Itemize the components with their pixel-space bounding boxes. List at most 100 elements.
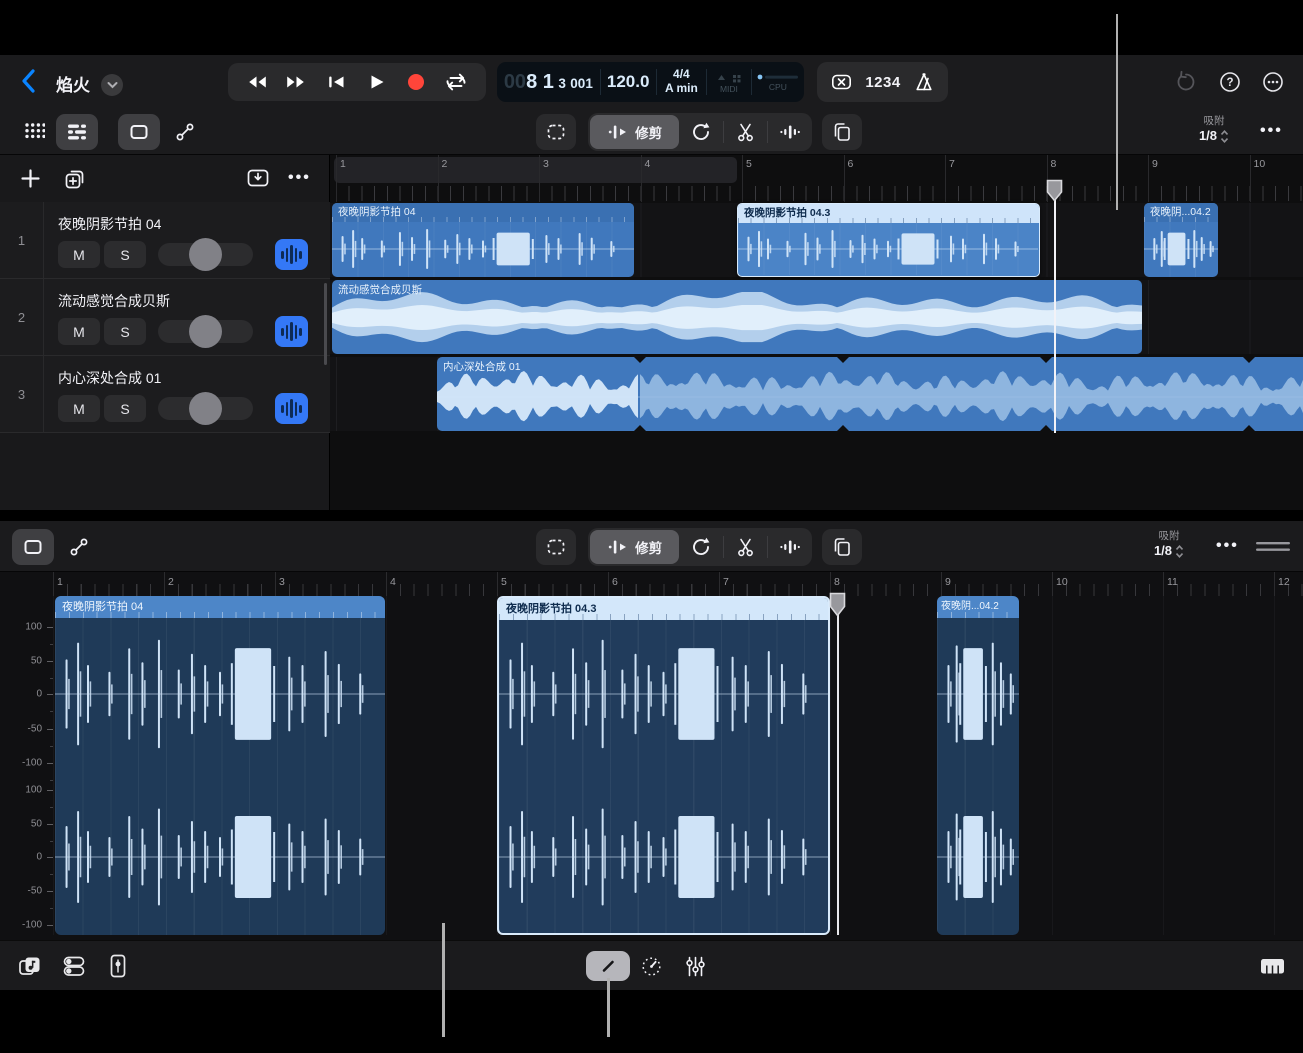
fast-forward-button[interactable] xyxy=(285,71,307,93)
cycle-button[interactable] xyxy=(444,71,468,93)
axis-minor-tick xyxy=(50,841,53,842)
fader-button[interactable] xyxy=(107,953,129,979)
track-volume-slider[interactable] xyxy=(158,397,253,420)
arrange-ruler[interactable]: 12345678910 xyxy=(330,155,1303,202)
split-tool-button[interactable] xyxy=(724,113,768,151)
rect-select-icon xyxy=(128,121,150,143)
sliders-button[interactable] xyxy=(684,955,707,978)
project-title[interactable]: 焰火 xyxy=(56,71,90,96)
rewind-button[interactable] xyxy=(246,71,268,93)
audio-track-icon-button[interactable] xyxy=(275,393,308,424)
axis-tick xyxy=(47,729,53,730)
edit-pencil-button[interactable] xyxy=(586,951,630,981)
editor-more-button[interactable]: ••• xyxy=(1216,537,1239,555)
editor-region-c[interactable]: 夜晚阴...04.2 xyxy=(937,596,1019,935)
track-row-3[interactable]: 3 内心深处合成 01 M S xyxy=(0,356,330,433)
region-header[interactable]: 夜晚阴...04.2 xyxy=(1144,203,1218,222)
duplicate-track-button[interactable] xyxy=(63,166,87,190)
live-loops-grid-button[interactable] xyxy=(14,114,54,150)
audio-region-track1-b-selected[interactable]: 夜晚阴影节拍 04.3 xyxy=(737,203,1040,277)
regions-mode-button[interactable] xyxy=(118,114,160,150)
track-name[interactable]: 内心深处合成 01 xyxy=(58,368,161,388)
controls-toggles-button[interactable] xyxy=(62,954,86,978)
snap-control[interactable]: 吸附 1/8 xyxy=(1185,115,1243,144)
track-import-button[interactable] xyxy=(246,167,270,189)
editor-regions-mode-button[interactable] xyxy=(12,529,54,565)
audio-region-track3[interactable]: 内心深处合成 01 xyxy=(437,357,1303,431)
mute-button[interactable]: M xyxy=(58,241,100,268)
loop-tool-button[interactable] xyxy=(679,113,723,151)
mute-button[interactable]: M xyxy=(58,395,100,422)
track-row-2[interactable]: 2 流动感觉合成贝斯 M S xyxy=(0,279,330,356)
audio-track-icon-button[interactable] xyxy=(275,316,308,347)
track-name[interactable]: 夜晚阴影节拍 04 xyxy=(58,214,161,234)
track-scrollbar[interactable] xyxy=(324,283,327,365)
axis-label: -50 xyxy=(6,724,42,735)
track-row-1[interactable]: 1 夜晚阴影节拍 04 M S xyxy=(0,202,330,279)
editor-region-b-selected[interactable]: 夜晚阴影节拍 04.3 xyxy=(497,596,830,935)
lcd-display[interactable]: 008 1 3 001 120.0 4/4 A min MIDI CPU xyxy=(497,62,804,102)
volume-knob[interactable] xyxy=(189,315,222,348)
editor-marquee-tool-button[interactable] xyxy=(536,529,576,565)
fade-tool-button[interactable] xyxy=(768,113,812,151)
play-button[interactable] xyxy=(365,71,387,93)
audio-region-track2[interactable]: 流动感觉合成贝斯 xyxy=(332,280,1142,354)
back-button[interactable] xyxy=(18,64,44,98)
editor-playhead-line[interactable] xyxy=(837,596,839,935)
solo-button[interactable]: S xyxy=(104,318,146,345)
add-track-button[interactable] xyxy=(19,167,42,190)
record-button[interactable] xyxy=(405,71,427,93)
lcd-beat: 1 xyxy=(543,71,554,93)
audio-region-track1-c[interactable]: 夜晚阴...04.2 xyxy=(1144,203,1218,277)
region-header[interactable]: 夜晚阴影节拍 04 xyxy=(55,596,385,618)
region-header[interactable]: 夜晚阴影节拍 04 xyxy=(332,203,634,222)
editor-fade-tool-button[interactable] xyxy=(768,528,812,566)
automation-mode-button[interactable] xyxy=(164,114,206,150)
help-button[interactable]: ? xyxy=(1218,70,1242,94)
volume-knob[interactable] xyxy=(189,238,222,271)
count-in-button[interactable]: 1234 xyxy=(865,74,900,91)
audio-track-icon-button[interactable] xyxy=(275,239,308,270)
keyboard-button[interactable] xyxy=(1259,955,1286,977)
axis-label: 100 xyxy=(6,785,42,796)
playhead-handle[interactable] xyxy=(1046,179,1063,202)
editor-paste-button[interactable] xyxy=(822,529,862,565)
go-to-beginning-button[interactable] xyxy=(325,71,347,93)
title-menu-button[interactable] xyxy=(101,74,123,96)
editor-resize-handle[interactable] xyxy=(1256,541,1290,553)
cycle-range-band[interactable] xyxy=(334,157,737,183)
track-volume-slider[interactable] xyxy=(158,320,253,343)
arrange-more-button[interactable]: ••• xyxy=(1260,122,1283,140)
paste-button[interactable] xyxy=(822,114,862,150)
region-header[interactable]: 夜晚阴影节拍 04.3 xyxy=(738,204,1039,223)
erase-icon[interactable] xyxy=(830,71,853,93)
marquee-tool-button[interactable] xyxy=(536,114,576,150)
editor-region-a[interactable]: 夜晚阴影节拍 04 xyxy=(55,596,385,935)
undo-button[interactable] xyxy=(1174,70,1198,94)
track-volume-slider[interactable] xyxy=(158,243,253,266)
tuner-dial-button[interactable] xyxy=(640,955,663,978)
editor-split-tool-button[interactable] xyxy=(724,528,768,566)
trim-tool-button[interactable]: 修剪 xyxy=(590,115,679,149)
ruler-bar-number: 9 xyxy=(1148,158,1158,170)
track-header-more-button[interactable]: ••• xyxy=(288,169,311,187)
editor-trim-tool-button[interactable]: 修剪 xyxy=(590,530,679,564)
volume-knob[interactable] xyxy=(189,392,222,425)
playhead-line[interactable] xyxy=(1054,181,1056,433)
editor-playhead-handle[interactable] xyxy=(829,592,846,617)
loop-browser-button[interactable] xyxy=(18,954,43,978)
mute-button[interactable]: M xyxy=(58,318,100,345)
solo-button[interactable]: S xyxy=(104,395,146,422)
editor-automation-mode-button[interactable] xyxy=(58,529,100,565)
solo-button[interactable]: S xyxy=(104,241,146,268)
metronome-icon[interactable] xyxy=(913,71,935,93)
audio-region-track1-a[interactable]: 夜晚阴影节拍 04 xyxy=(332,203,634,277)
region-header[interactable]: 夜晚阴...04.2 xyxy=(937,596,1019,618)
region-header[interactable]: 夜晚阴影节拍 04.3 xyxy=(499,598,828,620)
more-button[interactable] xyxy=(1261,70,1285,94)
editor-snap-control[interactable]: 吸附 1/8 xyxy=(1140,530,1198,559)
tracks-view-button[interactable] xyxy=(56,114,98,150)
editor-loop-tool-button[interactable] xyxy=(679,528,723,566)
track-name[interactable]: 流动感觉合成贝斯 xyxy=(58,291,170,311)
axis-tick xyxy=(47,627,53,628)
